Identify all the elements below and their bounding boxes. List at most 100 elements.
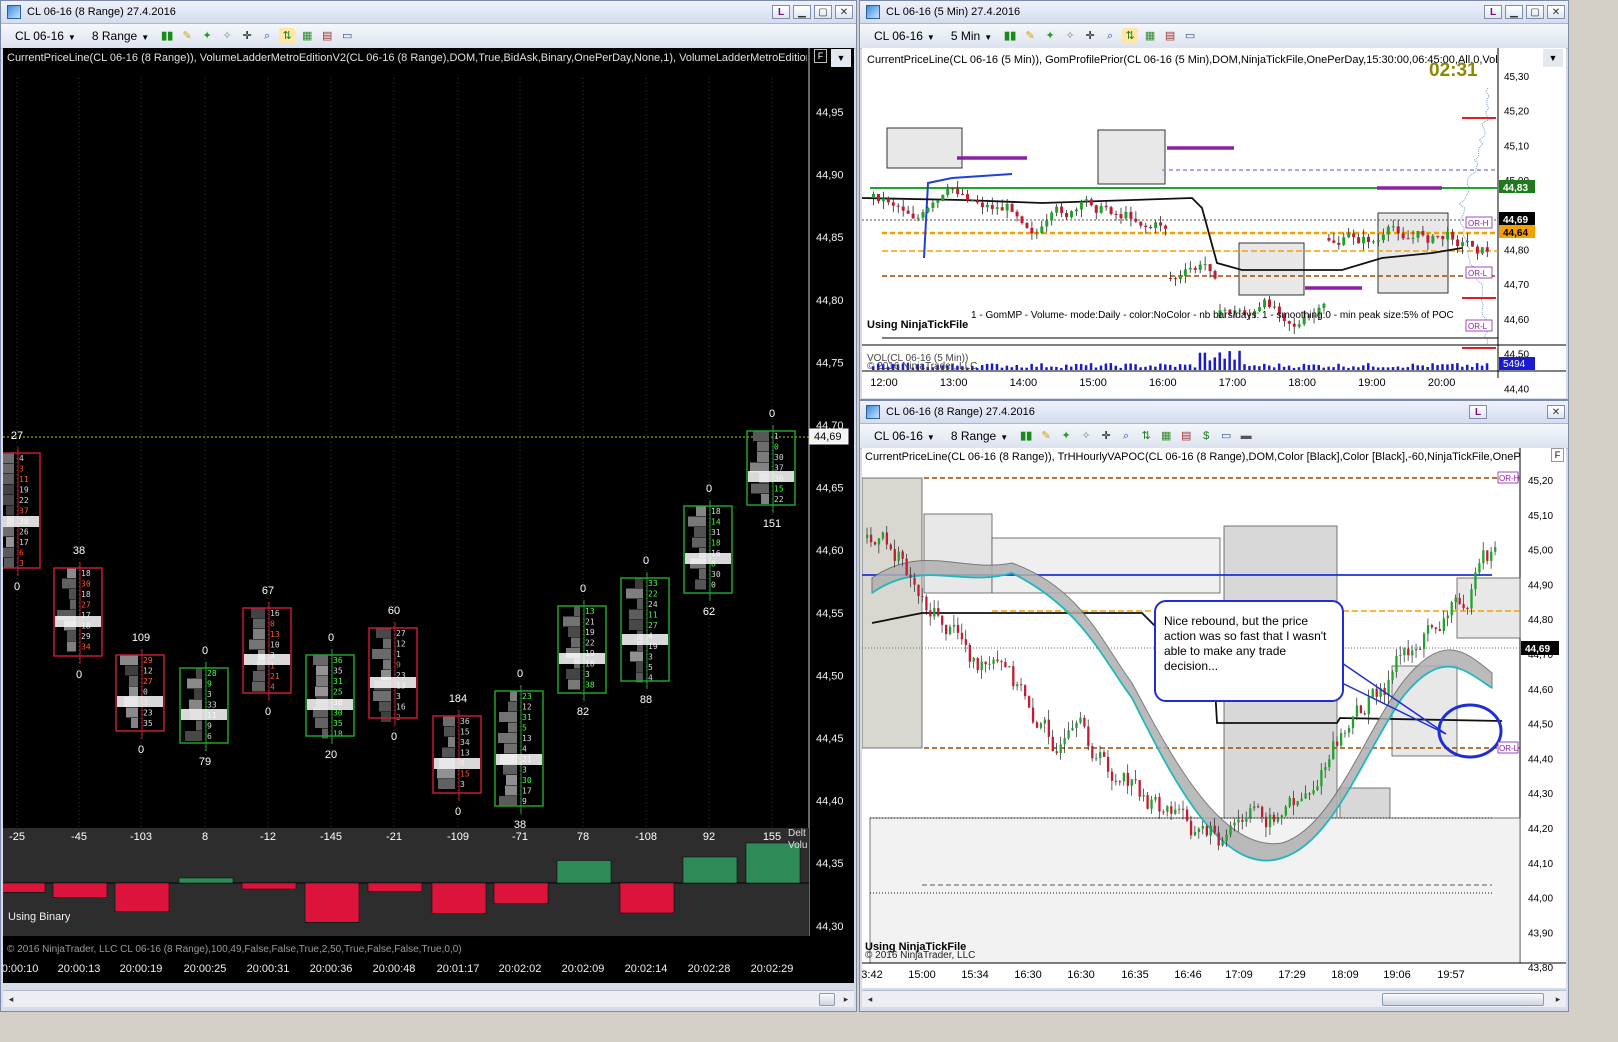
volume-cell <box>568 627 580 637</box>
volume-cell <box>69 589 76 599</box>
volume-bar <box>1401 367 1405 370</box>
data-box-icon[interactable]: ▦ <box>1142 28 1158 44</box>
maximize-button[interactable]: ▢ <box>1526 5 1544 19</box>
zoom-icon[interactable]: ⌕ <box>1118 428 1134 444</box>
panel-collapse-button[interactable]: ▼ <box>831 49 851 67</box>
candle-body <box>869 534 873 543</box>
time-axis-label: 14:00 <box>1010 377 1038 389</box>
candle-body <box>1362 236 1366 244</box>
scroll-left-icon[interactable]: ◂ <box>862 991 878 1007</box>
f-button[interactable]: ▼ <box>1543 49 1563 67</box>
volume-cell <box>316 665 328 676</box>
data-box-icon[interactable]: ▦ <box>299 28 315 44</box>
strategy-icon[interactable]: ✧ <box>1078 428 1094 444</box>
bottom-right-h-scrollbar[interactable]: ◂ ▸ <box>862 990 1566 1007</box>
price-axis-label: 45,10 <box>1504 141 1529 152</box>
candle-body <box>992 659 995 664</box>
delta-bar <box>619 882 675 914</box>
volume-cell <box>574 606 580 616</box>
chart-trader-icon[interactable]: ⇅ <box>1138 428 1154 444</box>
minimize-button[interactable]: ▁ <box>1505 5 1523 19</box>
strategy-icon[interactable]: ✧ <box>1062 28 1078 44</box>
left-chart-area[interactable]: 44,95 44,90 44,85 44,80 44,75 44,70 44,65 44,60… <box>3 48 854 983</box>
volume-bar <box>1050 366 1053 370</box>
draw-pencil-icon[interactable]: ✎ <box>1022 28 1038 44</box>
candle-body <box>1347 728 1351 733</box>
properties-icon[interactable]: ▤ <box>319 28 335 44</box>
scroll-right-icon[interactable]: ▸ <box>838 991 854 1007</box>
top-right-chart-area[interactable]: 45,3045,2045,1045,0044,9044,8044,7044,60… <box>862 48 1566 398</box>
left-title-bar[interactable]: CL 06-16 (8 Range) 27.4.2016 L ▁ ▢ ✕ <box>1 1 856 24</box>
properties-icon[interactable]: ▤ <box>1162 28 1178 44</box>
ladder-top-count: 0 <box>706 483 712 495</box>
chart-trader-icon[interactable]: ⇅ <box>1122 28 1139 44</box>
instrument-list-icon[interactable]: ▭ <box>339 28 355 44</box>
crosshair-icon[interactable]: ✛ <box>239 28 255 44</box>
bar-type-icon[interactable]: ▮▮ <box>1018 428 1034 444</box>
f-button[interactable]: F <box>1551 448 1564 462</box>
bar-type-icon[interactable]: ▮▮ <box>159 28 175 44</box>
candle-body <box>1213 271 1217 279</box>
ladder-value: 3 <box>19 465 24 474</box>
instrument-selector[interactable]: CL 06-16 ▼ <box>868 29 941 43</box>
candle-body <box>1122 772 1126 782</box>
bottom-right-title-bar[interactable]: CL 06-16 (8 Range) 27.4.2016 L ✕ <box>860 401 1568 424</box>
draw-pencil-icon[interactable]: ✎ <box>179 28 195 44</box>
scroll-left-icon[interactable]: ◂ <box>3 991 19 1007</box>
zoom-icon[interactable]: ⌕ <box>259 28 275 44</box>
bottom-right-chart-area[interactable]: 45,20 45,10 45,00 44,90 44,80 44,70 44,60 44,50… <box>862 448 1566 988</box>
period-selector[interactable]: 8 Range ▼ <box>945 429 1014 443</box>
period-selector[interactable]: 8 Range ▼ <box>86 29 155 43</box>
candle-body <box>1213 825 1216 833</box>
scroll-right-icon[interactable]: ▸ <box>1550 991 1566 1007</box>
layout-icon[interactable]: ▬ <box>1238 428 1254 444</box>
instrument-selector[interactable]: CL 06-16 ▼ <box>9 29 82 43</box>
data-box-icon[interactable]: ▦ <box>1158 428 1174 444</box>
volume-bar <box>1030 363 1033 370</box>
bar-type-icon[interactable]: ▮▮ <box>1002 28 1018 44</box>
top-right-title-bar[interactable]: CL 06-16 (5 Min) 27.4.2016 L ▁ ▢ ✕ <box>860 1 1568 24</box>
minimize-button[interactable]: ▁ <box>793 5 811 19</box>
volume-cell <box>373 691 391 701</box>
zoom-icon[interactable]: ⌕ <box>1102 28 1118 44</box>
strategy-icon[interactable]: ✧ <box>219 28 235 44</box>
close-button[interactable]: ✕ <box>835 5 853 19</box>
left-h-scrollbar[interactable]: ◂ ▸ <box>3 990 854 1007</box>
indicator-icon[interactable]: ✦ <box>199 28 215 44</box>
instrument-selector[interactable]: CL 06-16 ▼ <box>868 429 941 443</box>
crosshair-icon[interactable]: ✛ <box>1082 28 1098 44</box>
period-selector[interactable]: 5 Min ▼ <box>945 29 998 43</box>
properties-icon[interactable]: ▤ <box>1178 428 1194 444</box>
volume-bar <box>1327 366 1330 370</box>
instrument-list-icon[interactable]: ▭ <box>1218 428 1234 444</box>
link-button[interactable]: L <box>772 5 790 19</box>
volume-cell <box>189 699 202 710</box>
annotation-callout[interactable]: Nice rebound, but the price action was s… <box>1154 600 1344 702</box>
candle-body <box>1482 550 1485 564</box>
candle-body <box>1304 793 1307 799</box>
instrument-list-icon[interactable]: ▭ <box>1182 28 1198 44</box>
close-button[interactable]: ✕ <box>1547 405 1565 419</box>
scroll-thumb[interactable] <box>1382 993 1544 1006</box>
maximize-button[interactable]: ▢ <box>814 5 832 19</box>
candle-body <box>1451 231 1455 240</box>
indicator-icon[interactable]: ✦ <box>1058 428 1074 444</box>
dollar-icon[interactable]: $ <box>1198 428 1214 444</box>
scroll-thumb[interactable] <box>819 993 835 1006</box>
top-right-toolbar: CL 06-16 ▼ 5 Min ▼ ▮▮ ✎ ✦ ✧ ✛ ⌕ ⇅ ▦ ▤ ▭ <box>860 24 1568 49</box>
candle-body <box>1327 238 1331 241</box>
f-button[interactable]: F <box>814 49 827 63</box>
delta-bar <box>682 856 738 884</box>
crosshair-icon[interactable]: ✛ <box>1098 428 1114 444</box>
volume-cell <box>187 678 202 689</box>
close-button[interactable]: ✕ <box>1547 5 1565 19</box>
indicator-icon[interactable]: ✦ <box>1042 28 1058 44</box>
candle-body <box>1436 235 1440 237</box>
candle-body <box>893 549 896 561</box>
chart-trader-icon[interactable]: ⇅ <box>279 28 296 44</box>
draw-pencil-icon[interactable]: ✎ <box>1038 428 1054 444</box>
candle-body <box>1442 618 1445 631</box>
ladder-bottom-count: 62 <box>703 606 715 618</box>
link-button[interactable]: L <box>1469 405 1487 419</box>
link-button[interactable]: L <box>1484 5 1502 19</box>
